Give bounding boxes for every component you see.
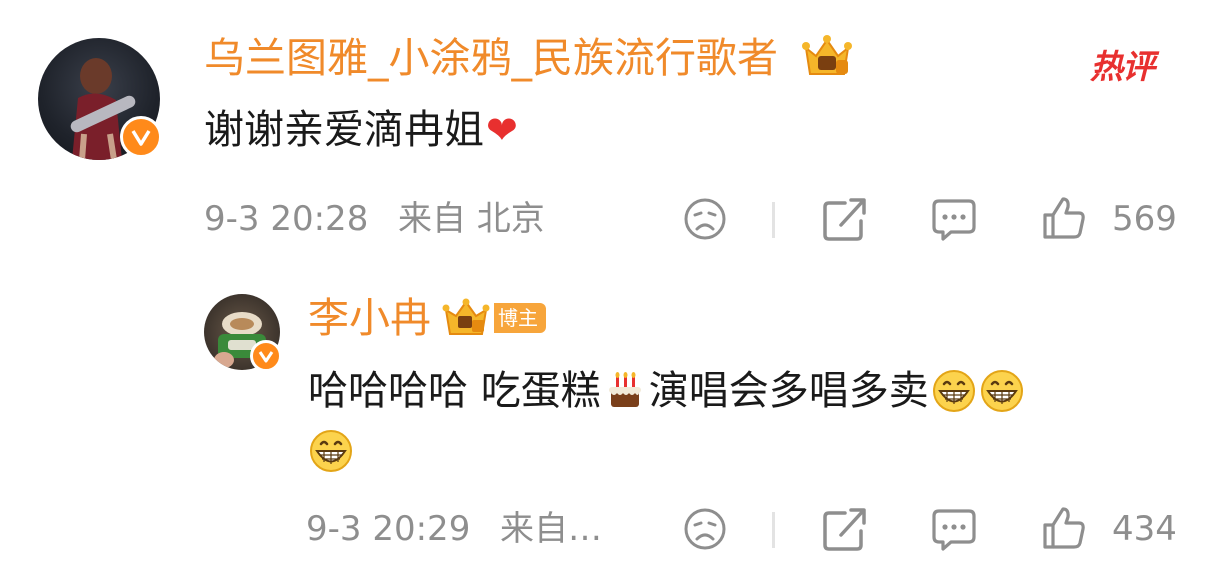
reply-like-count: 434 bbox=[1112, 509, 1177, 549]
grin-emoji-icon bbox=[979, 368, 1025, 414]
reply-time: 9-3 20:29 bbox=[306, 509, 471, 549]
grin-emoji-icon bbox=[931, 368, 977, 414]
verified-icon bbox=[120, 116, 162, 158]
crown-badge-icon bbox=[798, 34, 856, 82]
grin-emoji-icon bbox=[308, 428, 354, 474]
verified-icon bbox=[250, 340, 282, 372]
heart-emoji-icon: ❤ bbox=[486, 108, 518, 152]
comment-card: 乌兰图雅_小涂鸦_民族流行歌者 热评 谢谢亲爱滴冉姐 ❤ 9-3 20:28 来… bbox=[0, 0, 1220, 584]
action-divider bbox=[772, 202, 775, 238]
reply-text-line1: 哈哈哈哈 吃蛋糕 演唱会多唱多卖 bbox=[308, 368, 1025, 414]
dislike-face-icon[interactable] bbox=[682, 196, 728, 242]
comment-icon[interactable] bbox=[930, 506, 978, 552]
action-divider bbox=[772, 512, 775, 548]
like-count: 569 bbox=[1112, 199, 1177, 239]
hot-comment-label: 热评 bbox=[1090, 47, 1155, 86]
comment-location: 来自 北京 bbox=[398, 199, 545, 239]
like-icon[interactable] bbox=[1040, 504, 1088, 552]
host-badge: 博主 bbox=[442, 298, 546, 338]
reply-text-part1: 哈哈哈哈 吃蛋糕 bbox=[308, 368, 601, 414]
reply-location: 来自… bbox=[500, 509, 602, 549]
dislike-face-icon[interactable] bbox=[682, 506, 728, 552]
share-icon[interactable] bbox=[820, 196, 868, 242]
comment-text-body: 谢谢亲爱滴冉姐 bbox=[204, 107, 484, 153]
reply-username[interactable]: 李小冉 bbox=[308, 298, 431, 339]
share-icon[interactable] bbox=[820, 506, 868, 552]
like-icon[interactable] bbox=[1040, 194, 1088, 242]
comment-time: 9-3 20:28 bbox=[204, 199, 369, 239]
comment-text: 谢谢亲爱滴冉姐 ❤ bbox=[204, 110, 518, 150]
reply-text-part2: 演唱会多唱多卖 bbox=[648, 368, 929, 414]
host-badge-label: 博主 bbox=[494, 303, 546, 333]
cake-emoji-icon bbox=[603, 369, 647, 413]
commenter-username[interactable]: 乌兰图雅_小涂鸦_民族流行歌者 bbox=[204, 38, 778, 79]
crown-badge-icon bbox=[442, 298, 490, 335]
comment-icon[interactable] bbox=[930, 196, 978, 242]
